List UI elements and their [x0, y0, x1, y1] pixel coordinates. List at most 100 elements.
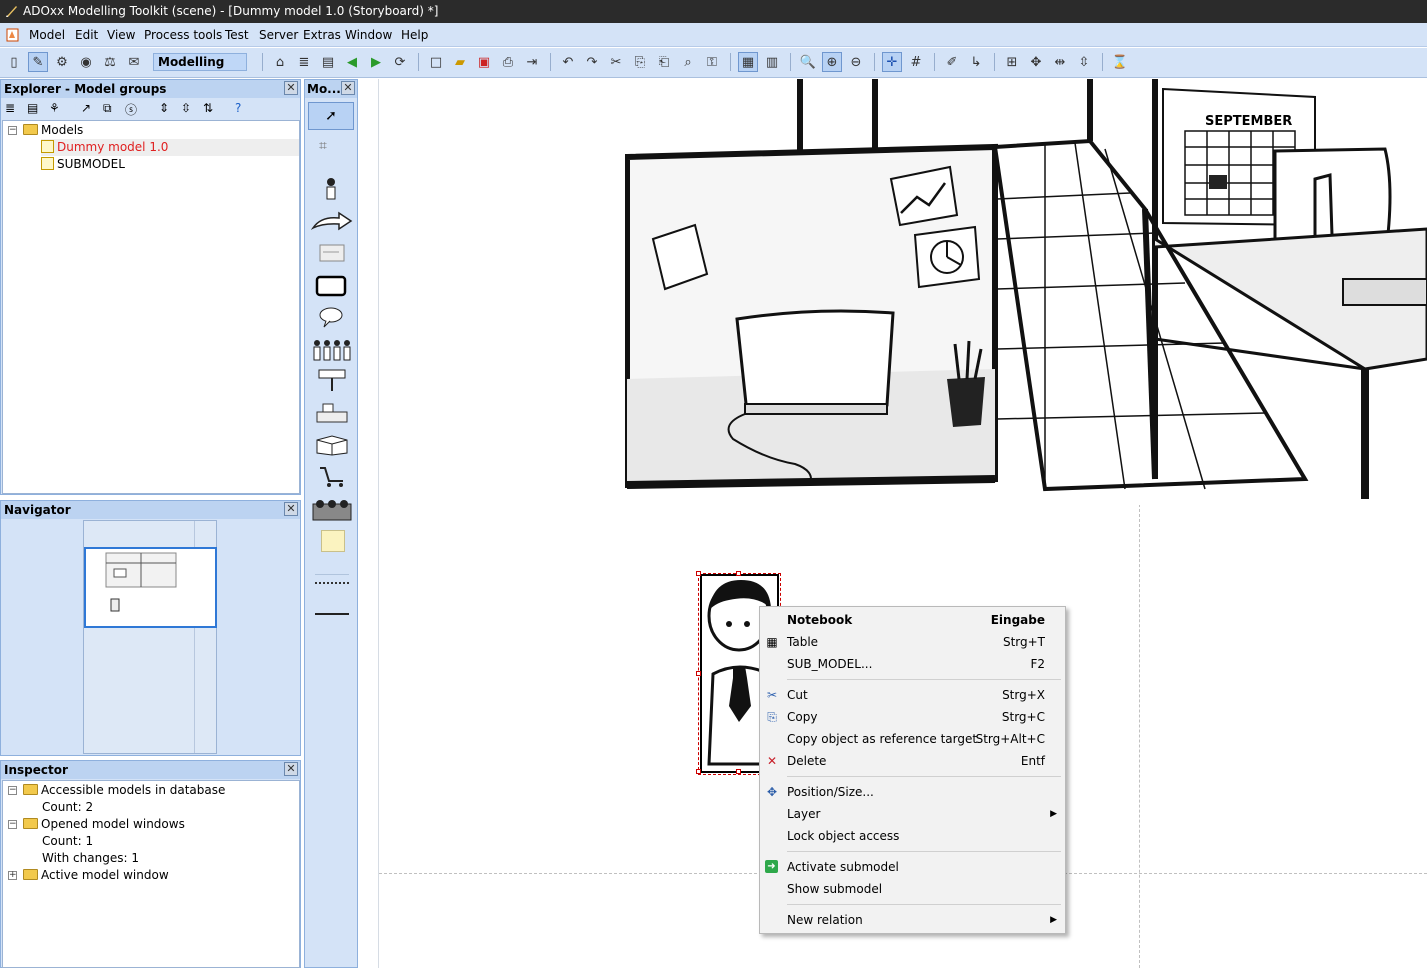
menu-item-lock[interactable]: Lock object access [760, 825, 1065, 847]
hierarchy-icon[interactable]: ⚘ [49, 101, 60, 115]
refresh-icon[interactable]: ⟳ [390, 52, 410, 72]
menu-item-new-relation[interactable]: New relation ▶ [760, 909, 1065, 931]
crosshair-icon[interactable]: ✛ [882, 52, 902, 72]
graphical-view-icon[interactable]: ▦ [738, 52, 758, 72]
sort-icon[interactable]: ⇅ [203, 101, 213, 115]
windows-icon[interactable]: ▤ [318, 52, 338, 72]
grid-icon[interactable]: # [906, 52, 926, 72]
menu-process-tools[interactable]: Process tools [142, 27, 224, 43]
swimlane-tool[interactable]: ⌗ [319, 138, 327, 154]
compare-icon[interactable]: ⧉ [103, 101, 112, 116]
menu-item-submodel[interactable]: SUB_MODEL... F2 [760, 653, 1065, 675]
resize-handle[interactable] [696, 769, 701, 774]
navigator-viewport[interactable] [84, 547, 217, 628]
home-icon[interactable]: ⌂ [270, 52, 290, 72]
menu-item-position-size[interactable]: ✥ Position/Size... [760, 781, 1065, 803]
modelling-mode-icon[interactable]: ✎ [28, 52, 48, 72]
connector-icon[interactable]: ↳ [966, 52, 986, 72]
people-group-tool-icon[interactable] [311, 498, 353, 522]
menu-item-copy[interactable]: ⎘ Copy Strg+C [760, 706, 1065, 728]
speech-bubble-tool-icon[interactable] [318, 306, 344, 328]
expand-toggle[interactable]: + [8, 871, 17, 880]
zoom-out-icon[interactable]: ⊖ [846, 52, 866, 72]
spread-v-icon[interactable]: ⇳ [1074, 52, 1094, 72]
database-icon[interactable]: ≣ [5, 101, 15, 115]
open-icon[interactable]: ▰ [450, 52, 470, 72]
tree-item-submodel[interactable]: SUBMODEL [41, 156, 125, 173]
evaluation-icon[interactable]: ⚖ [100, 52, 120, 72]
menu-extras[interactable]: Extras [301, 27, 343, 43]
table-view-icon[interactable]: ▥ [762, 52, 782, 72]
script-icon[interactable]: ⌛ [1110, 52, 1130, 72]
desk-tool-icon[interactable] [315, 402, 349, 424]
help-icon[interactable]: ? [235, 101, 241, 115]
resize-handle[interactable] [736, 571, 741, 576]
menu-test[interactable]: Test [223, 27, 251, 43]
save-icon[interactable]: ▣ [474, 52, 494, 72]
solid-line-tool[interactable] [315, 613, 349, 615]
box-tool-icon[interactable] [315, 434, 349, 456]
print-icon[interactable]: ⎙ [498, 52, 518, 72]
resize-handle[interactable] [696, 571, 701, 576]
close-icon[interactable]: ✕ [284, 502, 298, 516]
undo-icon[interactable]: ↶ [558, 52, 578, 72]
menu-item-copy-reference[interactable]: Copy object as reference target Strg+Alt+… [760, 728, 1065, 750]
find-icon[interactable]: ⌕ [678, 52, 698, 72]
expand-icon[interactable]: ⇕ [159, 101, 169, 115]
tree-item-models[interactable]: Models [23, 122, 83, 139]
import-export-icon[interactable]: ✉ [124, 52, 144, 72]
cut-icon[interactable]: ✂ [606, 52, 626, 72]
database-icon[interactable]: ≣ [294, 52, 314, 72]
dotted-line-tool[interactable] [315, 582, 349, 584]
person-tool-icon[interactable] [323, 177, 339, 201]
navigator-map[interactable] [83, 520, 217, 754]
variable-icon[interactable]: ⓢ [125, 101, 137, 118]
zoom-fit-icon[interactable]: ⊕ [822, 52, 842, 72]
inspector-row[interactable]: Active model window [23, 867, 169, 884]
collapse-toggle[interactable]: − [8, 786, 17, 795]
menu-view[interactable]: View [105, 27, 137, 43]
simulation-icon[interactable]: ◉ [76, 52, 96, 72]
frame-tool-icon[interactable] [314, 274, 348, 298]
menu-item-delete[interactable]: ✕ Delete Entf [760, 750, 1065, 772]
signpost-tool-icon[interactable] [317, 368, 347, 392]
menu-item-table[interactable]: ▦ Table Strg+T [760, 631, 1065, 653]
menu-model[interactable]: Model [27, 27, 67, 43]
copy-icon[interactable]: ⎘ [630, 52, 650, 72]
align-icon[interactable]: ⊞ [1002, 52, 1022, 72]
distribute-icon[interactable]: ✥ [1026, 52, 1046, 72]
inspector-row[interactable]: Accessible models in database [23, 782, 225, 799]
properties-icon[interactable]: ⚿ [702, 52, 722, 72]
scene-tool-icon[interactable] [319, 244, 345, 262]
chart-icon[interactable]: ↗ [81, 101, 91, 115]
menu-help[interactable]: Help [399, 27, 430, 43]
close-icon[interactable]: ✕ [341, 81, 355, 95]
tree-item-dummy-model[interactable]: Dummy model 1.0 [41, 139, 299, 156]
forward-icon[interactable]: ▶ [366, 52, 386, 72]
arrow-tool-icon[interactable] [311, 210, 353, 232]
zoom-icon[interactable]: 🔍 [798, 52, 818, 72]
spread-h-icon[interactable]: ⇹ [1050, 52, 1070, 72]
back-icon[interactable]: ◀ [342, 52, 362, 72]
office-scene-image[interactable]: SEPTEMBER [625, 79, 1427, 505]
analysis-icon[interactable]: ⚙ [52, 52, 72, 72]
note-tool[interactable] [321, 530, 345, 552]
close-icon[interactable]: ✕ [284, 762, 298, 776]
export-icon[interactable]: ⇥ [522, 52, 542, 72]
groups-icon[interactable]: ▤ [27, 101, 38, 115]
menu-item-layer[interactable]: Layer ▶ [760, 803, 1065, 825]
resize-handle[interactable] [736, 769, 741, 774]
menu-window[interactable]: Window [343, 27, 394, 43]
menu-item-cut[interactable]: ✂ Cut Strg+X [760, 684, 1065, 706]
collapse-toggle[interactable]: − [8, 126, 17, 135]
highlight-icon[interactable]: ✐ [942, 52, 962, 72]
pointer-tool[interactable]: ➚ [308, 102, 354, 130]
menu-server[interactable]: Server [257, 27, 300, 43]
group-tool-icon[interactable] [311, 338, 353, 362]
collapse-toggle[interactable]: − [8, 820, 17, 829]
inspector-row[interactable]: Opened model windows [23, 816, 185, 833]
cart-tool-icon[interactable] [317, 465, 347, 489]
paste-icon[interactable]: ⎗ [654, 52, 674, 72]
resize-handle[interactable] [696, 671, 701, 676]
menu-item-show-submodel[interactable]: Show submodel [760, 878, 1065, 900]
